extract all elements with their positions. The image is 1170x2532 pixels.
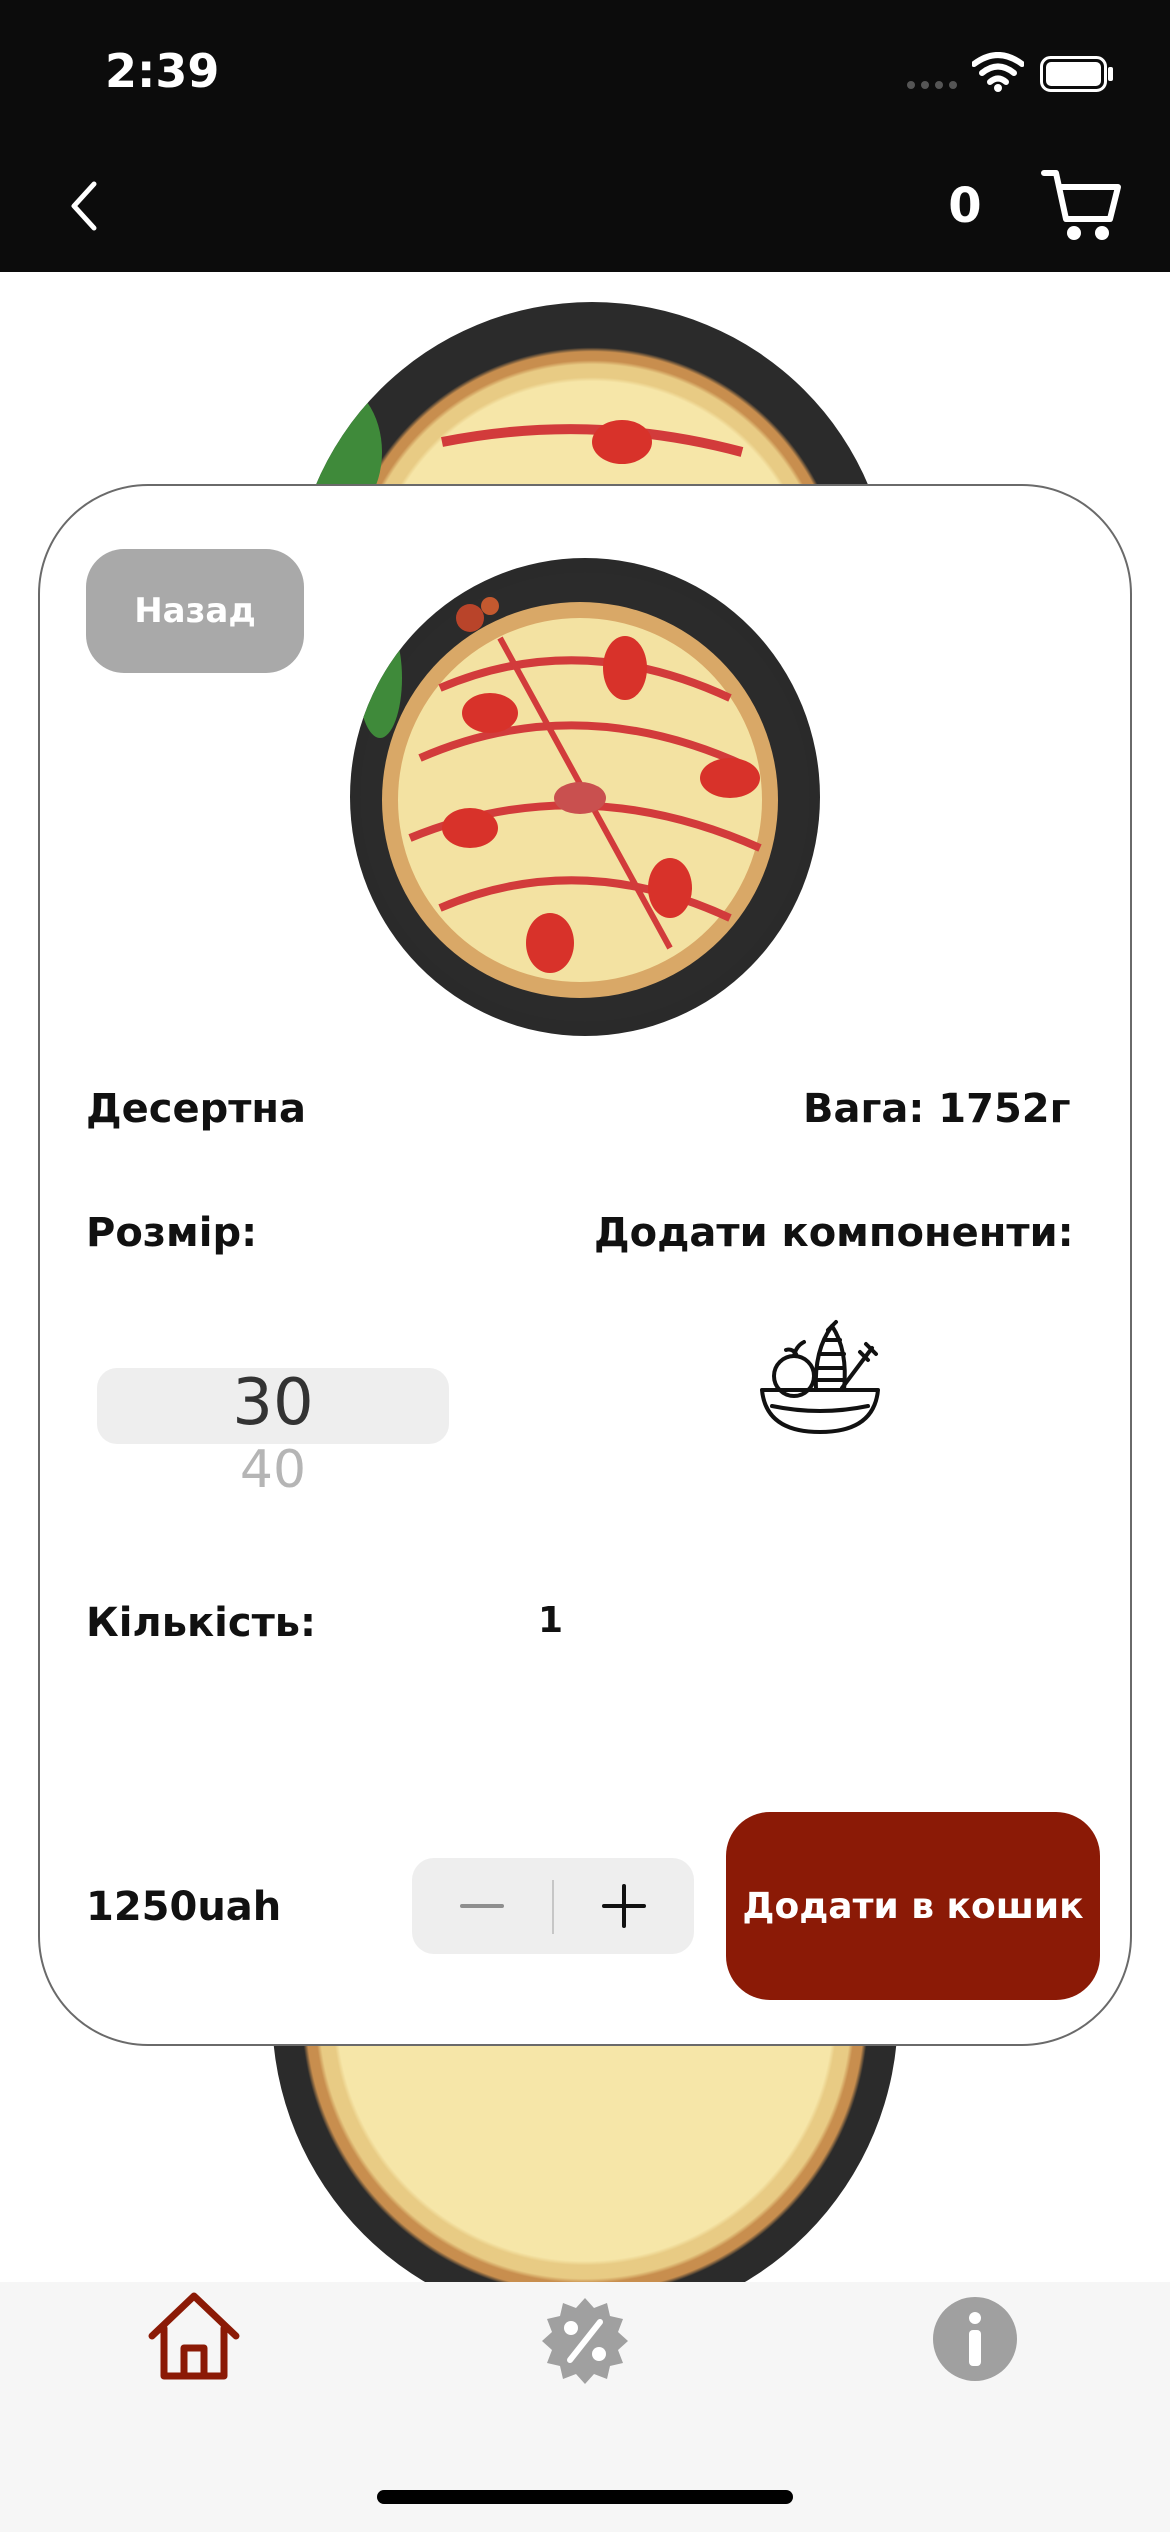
- product-name: Десертна: [86, 1086, 307, 1132]
- size-label: Розмір:: [86, 1210, 258, 1256]
- info-icon[interactable]: [932, 2296, 1018, 2382]
- home-indicator: [377, 2490, 793, 2504]
- signal-icon: [907, 81, 957, 89]
- discount-icon[interactable]: [538, 2294, 632, 2388]
- size-picker-option[interactable]: 40: [97, 1440, 449, 1496]
- quantity-label: Кількість:: [86, 1600, 317, 1646]
- pizza-image: [350, 558, 820, 1036]
- cart-count: 0: [948, 178, 982, 234]
- add-to-cart-button[interactable]: Додати в кошик: [726, 1812, 1100, 2000]
- decrement-button[interactable]: [412, 1858, 552, 1954]
- plus-icon: [602, 1884, 646, 1928]
- status-time: 2:39: [105, 44, 220, 98]
- add-components-label: Додати компоненти:: [594, 1210, 1074, 1256]
- cart-icon[interactable]: [1040, 165, 1122, 245]
- home-icon[interactable]: [146, 2290, 242, 2382]
- back-button[interactable]: Назад: [86, 549, 304, 673]
- ingredients-basket-icon[interactable]: [756, 1310, 884, 1440]
- price-label: 1250uah: [86, 1884, 282, 1930]
- chevron-left-icon[interactable]: [60, 176, 110, 236]
- quantity-value: 1: [538, 1600, 564, 1641]
- size-picker-selected[interactable]: 30: [97, 1366, 449, 1440]
- wifi-icon: [972, 52, 1024, 92]
- battery-icon: [1040, 56, 1113, 92]
- increment-button[interactable]: [554, 1858, 694, 1954]
- minus-icon: [460, 1904, 504, 1908]
- product-weight: Вага: 1752г: [803, 1086, 1071, 1132]
